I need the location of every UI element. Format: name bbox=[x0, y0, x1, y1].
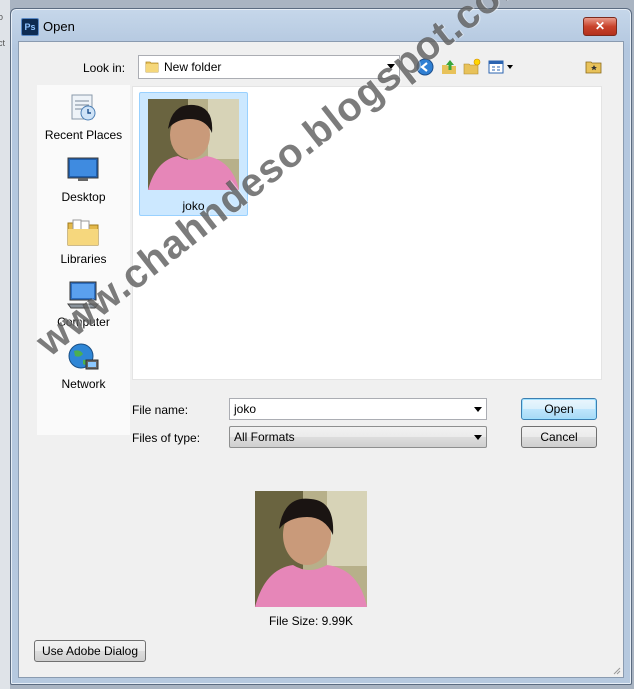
place-recent-places[interactable]: Recent Places bbox=[37, 93, 130, 151]
file-type-value: All Formats bbox=[234, 430, 295, 444]
dialog-body: Look in: New folder Recent Places Deskto… bbox=[18, 41, 624, 678]
look-in-label: Look in: bbox=[83, 61, 126, 75]
background-strip: o ct bbox=[0, 0, 10, 689]
place-desktop[interactable]: Desktop bbox=[37, 155, 130, 213]
chevron-down-icon[interactable] bbox=[474, 435, 482, 440]
place-libraries[interactable]: Libraries bbox=[37, 217, 130, 275]
look-in-value: New folder bbox=[164, 60, 222, 74]
file-item[interactable]: joko bbox=[139, 92, 248, 216]
chevron-down-icon[interactable] bbox=[387, 64, 395, 69]
place-computer[interactable]: Computer bbox=[37, 280, 130, 338]
view-menu-icon[interactable] bbox=[487, 58, 517, 76]
background-text: o bbox=[0, 12, 4, 22]
libraries-icon bbox=[67, 219, 99, 246]
file-list[interactable]: joko bbox=[132, 86, 602, 380]
file-name-label: joko bbox=[182, 199, 205, 213]
desktop-icon bbox=[67, 157, 99, 181]
file-name-label: File name: bbox=[132, 403, 189, 417]
file-name-input[interactable]: joko bbox=[229, 398, 487, 420]
look-in-dropdown[interactable]: New folder bbox=[138, 55, 400, 79]
background-text: ct bbox=[0, 38, 6, 48]
open-button[interactable]: Open bbox=[521, 398, 597, 420]
cancel-button[interactable]: Cancel bbox=[521, 426, 597, 448]
place-label: Computer bbox=[57, 315, 110, 329]
image-preview bbox=[255, 491, 367, 607]
file-type-label: Files of type: bbox=[132, 431, 201, 445]
place-label: Recent Places bbox=[44, 128, 123, 142]
close-button[interactable]: ✕ bbox=[583, 17, 617, 36]
place-label: Libraries bbox=[60, 252, 107, 266]
favorite-folder-icon[interactable] bbox=[585, 58, 603, 76]
place-label: Desktop bbox=[61, 190, 106, 204]
file-size-text: File Size: 9.99K bbox=[268, 614, 354, 628]
place-label: Network bbox=[61, 377, 106, 391]
dialog-title: Open bbox=[43, 19, 75, 34]
place-network[interactable]: Network bbox=[37, 342, 130, 400]
folder-icon bbox=[145, 61, 159, 73]
new-folder-icon[interactable] bbox=[463, 58, 481, 76]
up-folder-icon[interactable] bbox=[440, 58, 458, 76]
use-adobe-dialog-button[interactable]: Use Adobe Dialog bbox=[34, 640, 146, 662]
title-bar[interactable]: Ps Open ✕ bbox=[11, 9, 631, 41]
photoshop-icon: Ps bbox=[21, 18, 39, 36]
network-icon bbox=[68, 343, 99, 370]
open-dialog: Ps Open ✕ Look in: New folder Recent Pla… bbox=[10, 8, 632, 685]
resize-grip-icon[interactable] bbox=[611, 665, 621, 675]
computer-icon bbox=[67, 281, 99, 309]
image-thumbnail bbox=[148, 99, 239, 190]
recent-places-icon bbox=[71, 94, 96, 121]
places-bar: Recent Places Desktop Libraries Computer… bbox=[37, 85, 130, 435]
chevron-down-icon[interactable] bbox=[474, 407, 482, 412]
back-icon[interactable] bbox=[416, 58, 434, 76]
file-name-value: joko bbox=[234, 402, 257, 416]
file-type-select[interactable]: All Formats bbox=[229, 426, 487, 448]
